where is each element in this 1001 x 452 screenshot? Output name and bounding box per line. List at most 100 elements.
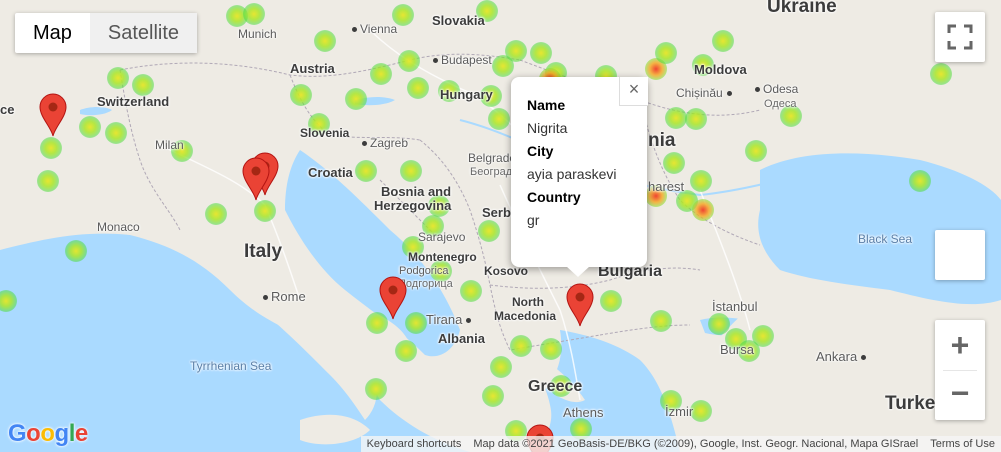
info-city-label: City	[527, 143, 554, 159]
label-serbia: Serb	[482, 205, 511, 220]
label-zagreb: Zagreb	[362, 136, 408, 150]
fullscreen-button[interactable]	[935, 12, 985, 62]
heatmap-point	[65, 240, 87, 262]
heatmap-point	[370, 63, 392, 85]
map-marker[interactable]	[241, 157, 271, 201]
label-ankara: Ankara	[816, 350, 869, 364]
map-type-map-button[interactable]: Map	[15, 13, 90, 53]
heatmap-point	[355, 160, 377, 182]
info-name-value: Nigrita	[527, 120, 568, 136]
heatmap-point	[400, 160, 422, 182]
info-window-close-button[interactable]: ×	[619, 77, 648, 106]
zoom-control: + −	[935, 320, 985, 420]
label-chisinau: Chișinău	[676, 86, 735, 100]
label-austria: Austria	[290, 61, 335, 76]
heatmap-point	[492, 55, 514, 77]
label-bulgaria: Bulgaria	[598, 263, 663, 280]
heatmap-point	[460, 280, 482, 302]
info-country-label: Country	[527, 189, 581, 205]
label-rome: Rome	[263, 290, 306, 304]
label-bosnia-2: Herzegovina	[374, 198, 452, 213]
label-bucharest-partial: harest	[648, 179, 685, 194]
label-greece: Greece	[528, 378, 583, 395]
label-albania: Albania	[438, 331, 485, 346]
label-odesa: Odesa	[755, 82, 798, 96]
heatmap-point	[243, 3, 265, 25]
label-romania-partial: nia	[648, 130, 676, 151]
label-france-edge: ce	[0, 102, 15, 117]
heatmap-point	[478, 220, 500, 242]
street-view-control[interactable]	[935, 230, 985, 280]
heatmap-point	[650, 310, 672, 332]
label-slovenia: Slovenia	[300, 126, 350, 140]
heatmap-point	[205, 203, 227, 225]
info-window: × Name Nigrita City ayia paraskevi Count…	[511, 77, 648, 277]
label-budapest: Budapest	[433, 53, 492, 67]
heatmap-point	[712, 30, 734, 52]
heatmap-point	[600, 290, 622, 312]
label-monaco: Monaco	[97, 220, 140, 234]
map-canvas[interactable]: Ukraine Slovakia Vienna Munich Austria B…	[0, 0, 1001, 452]
heatmap-point	[107, 67, 129, 89]
heatmap-point	[690, 400, 712, 422]
heatmap-point	[345, 88, 367, 110]
keyboard-shortcuts-link[interactable]: Keyboard shortcuts	[360, 436, 468, 452]
terms-of-use-link[interactable]: Terms of Use	[924, 436, 1001, 452]
info-window-content: Name Nigrita City ayia paraskevi Country…	[527, 94, 617, 232]
label-athens: Athens	[563, 405, 604, 420]
label-tyrrhenian-sea: Tyrrhenian Sea	[190, 359, 272, 373]
label-hungary: Hungary	[440, 87, 493, 102]
label-north-macedonia-1: North	[512, 295, 544, 309]
heatmap-point	[663, 152, 685, 174]
heatmap-point	[930, 63, 952, 85]
heatmap-point	[665, 107, 687, 129]
heatmap-point	[530, 42, 552, 64]
label-izmir: İzmir	[665, 404, 694, 419]
label-turkey: Turke	[885, 393, 936, 414]
label-black-sea: Black Sea	[858, 232, 913, 246]
label-croatia: Croatia	[308, 165, 353, 180]
map-footer: Keyboard shortcuts Map data ©2021 GeoBas…	[360, 436, 1001, 452]
label-vienna: Vienna	[352, 22, 397, 36]
label-tirana: Tirana	[426, 313, 474, 327]
label-milan: Milan	[155, 138, 184, 152]
heatmap-point	[510, 335, 532, 357]
heatmap-point	[105, 122, 127, 144]
label-ukraine: Ukraine	[767, 0, 837, 17]
map-type-satellite-button[interactable]: Satellite	[89, 13, 198, 53]
heatmap-point	[40, 137, 62, 159]
map-marker[interactable]	[38, 93, 68, 137]
fullscreen-icon	[947, 24, 973, 50]
heatmap-point	[132, 74, 154, 96]
info-name-label: Name	[527, 97, 566, 113]
heatmap-point	[540, 338, 562, 360]
zoom-out-button[interactable]: −	[935, 370, 985, 420]
heatmap-point	[490, 356, 512, 378]
label-montenegro: Montenegro	[408, 250, 477, 264]
map-data-attribution: Map data ©2021 GeoBasis-DE/BKG (©2009), …	[467, 436, 925, 452]
heatmap-point	[685, 108, 707, 130]
label-switzerland: Switzerland	[97, 94, 170, 109]
zoom-in-button[interactable]: +	[935, 320, 985, 370]
map-marker-selected[interactable]	[565, 283, 595, 327]
label-sarajevo: Sarajevo	[418, 230, 466, 244]
heatmap-point	[395, 340, 417, 362]
label-odesa-cyr: Одеса	[764, 98, 797, 110]
heatmap-point	[745, 140, 767, 162]
heatmap-point	[37, 170, 59, 192]
label-italy: Italy	[244, 241, 283, 262]
heatmap-point	[482, 385, 504, 407]
heatmap-point	[290, 84, 312, 106]
heatmap-point	[692, 199, 714, 221]
label-moldova: Moldova	[694, 62, 747, 77]
label-belgrade-cyr: Београд	[470, 166, 513, 178]
label-istanbul: İstanbul	[712, 299, 758, 314]
google-logo[interactable]: Google	[8, 420, 88, 448]
map-marker[interactable]	[378, 276, 408, 320]
label-munich: Munich	[238, 27, 277, 41]
label-slovakia: Slovakia	[432, 13, 485, 28]
heatmap-point	[365, 378, 387, 400]
heatmap-point	[690, 170, 712, 192]
heatmap-point	[407, 77, 429, 99]
heatmap-point	[488, 108, 510, 130]
